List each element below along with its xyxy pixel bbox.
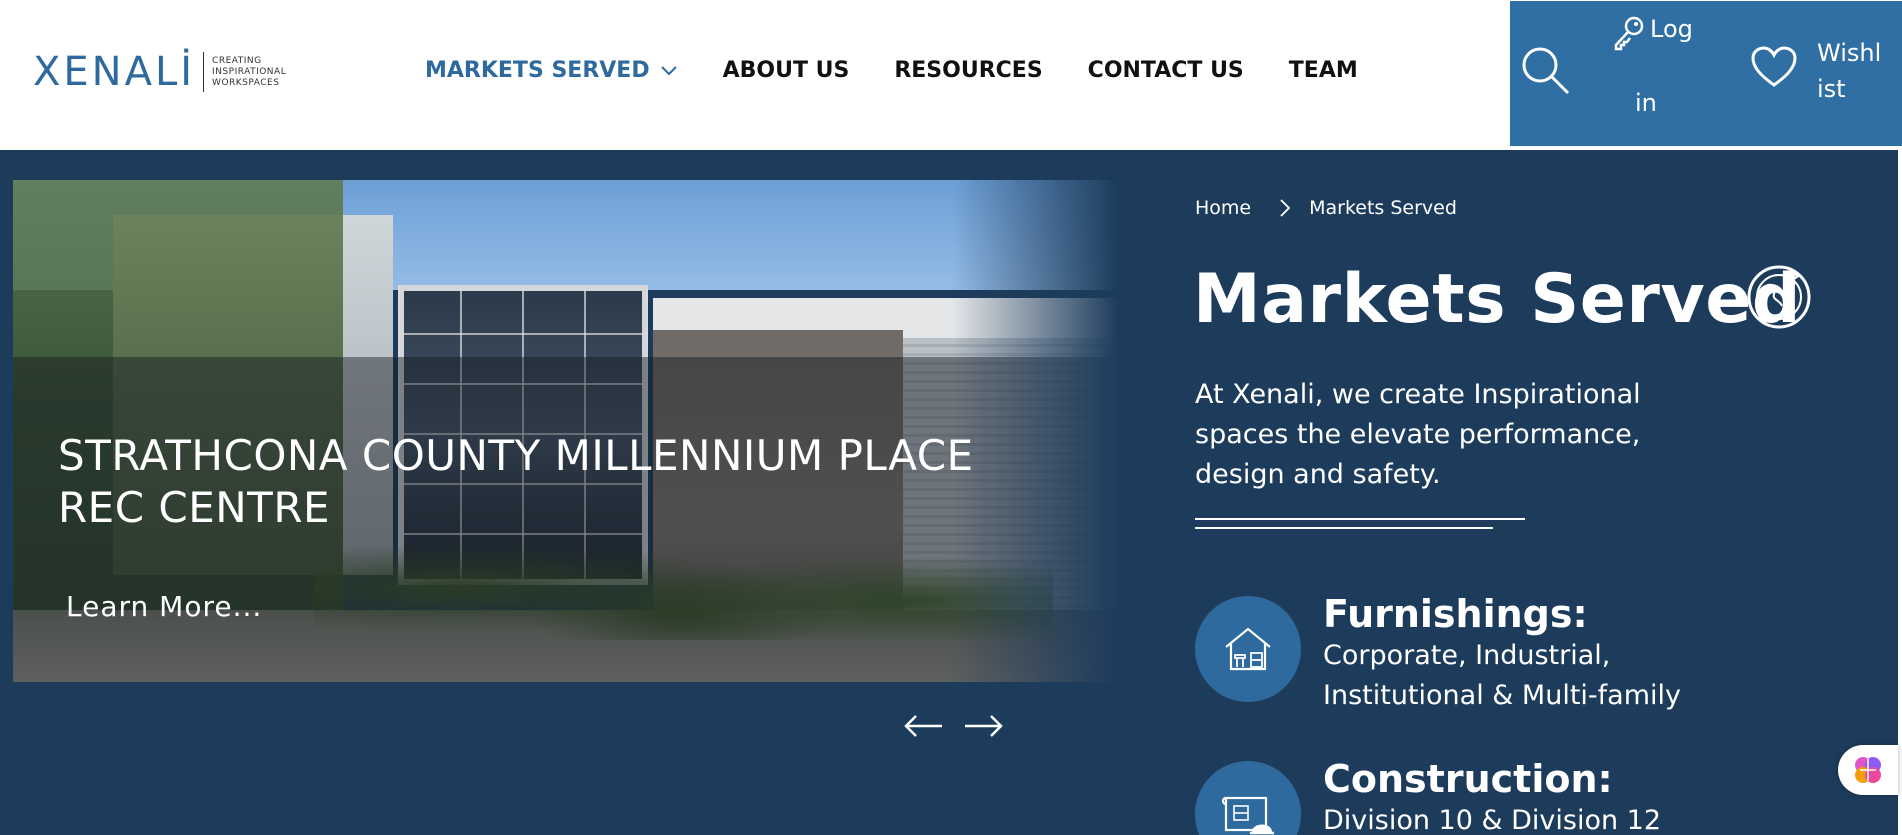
market-title: Construction:: [1323, 757, 1613, 801]
wishlist-label-line: ist: [1817, 75, 1846, 103]
search-icon: [1522, 47, 1570, 95]
blueprint-helmet-icon: [1221, 796, 1274, 835]
nav-item-label: RESOURCES: [894, 58, 1043, 83]
intro-text: At Xenali, we create Inspirational space…: [1195, 379, 1641, 490]
wishlist-label: Wishl ist: [1817, 35, 1897, 107]
arrow-left-icon: [904, 715, 942, 737]
nav-item-about-us[interactable]: ABOUT US: [723, 58, 850, 83]
nav-item-resources[interactable]: RESOURCES: [894, 58, 1042, 83]
divider-line: [1195, 527, 1493, 529]
search-button[interactable]: [1518, 43, 1578, 103]
ai-assistant-button[interactable]: [1838, 745, 1898, 795]
slide-caption: STRATHCONA COUNTY MILLENNIUM PLACE REC C…: [58, 431, 974, 532]
logo-tagline-line: CREATING: [212, 55, 262, 66]
login-button[interactable]: Log in: [1600, 11, 1710, 131]
heart-icon: [1751, 46, 1797, 87]
market-icon-circle: [1195, 761, 1301, 835]
wishlist-label-line: Wishl: [1817, 39, 1882, 67]
page: XENALİ CREATING INSPIRATIONAL WORKSPACES…: [0, 0, 1902, 835]
breadcrumb-current: Markets Served: [1309, 197, 1457, 219]
nav-item-markets-served[interactable]: MARKETS SERVED: [425, 58, 678, 83]
hero-section: STRATHCONA COUNTY MILLENNIUM PLACE REC C…: [0, 150, 1898, 835]
nav-item-label: ABOUT US: [722, 58, 850, 83]
nav-item-label: TEAM: [1288, 58, 1358, 83]
login-label: Log: [1650, 15, 1693, 43]
wishlist-button[interactable]: Wishl ist: [1740, 31, 1900, 111]
site-logo[interactable]: XENALİ CREATING INSPIRATIONAL WORKSPACES: [33, 52, 286, 92]
divider-line: [1195, 518, 1525, 520]
breadcrumb-home-link[interactable]: Home: [1195, 197, 1251, 219]
house-furniture-icon: [1225, 627, 1271, 671]
page-title: Markets Served: [1193, 260, 1802, 339]
market-description: Corporate, Industrial, Institutional & M…: [1323, 640, 1681, 711]
logo-tagline-line: INSPIRATIONAL: [212, 66, 287, 77]
main-nav: MARKETS SERVED ABOUT US RESOURCES CONTAC…: [425, 58, 1403, 83]
slider-prev-button[interactable]: [902, 712, 944, 744]
nav-item-label: MARKETS SERVED: [425, 58, 650, 83]
logo-wordmark: XENALİ: [33, 49, 196, 95]
nav-item-label: CONTACT US: [1087, 58, 1244, 83]
chevron-right-icon: [1279, 198, 1291, 218]
chevron-down-icon: [660, 65, 678, 77]
market-icon-circle: [1195, 596, 1301, 702]
nav-item-team[interactable]: TEAM: [1289, 58, 1358, 83]
key-icon: [1614, 16, 1644, 51]
logo-tagline: CREATING INSPIRATIONAL WORKSPACES: [212, 56, 286, 89]
learn-more-link[interactable]: Learn More...: [66, 590, 262, 623]
nav-item-contact-us[interactable]: CONTACT US: [1088, 58, 1244, 83]
market-description: Division 10 & Division 12: [1323, 805, 1662, 835]
breadcrumb: Home Markets Served: [1195, 197, 1457, 219]
site-header: XENALİ CREATING INSPIRATIONAL WORKSPACES…: [0, 0, 1902, 150]
slider-image: STRATHCONA COUNTY MILLENNIUM PLACE REC C…: [13, 180, 1118, 682]
arrow-right-icon: [965, 715, 1003, 737]
login-label: in: [1635, 89, 1657, 117]
slider-next-button[interactable]: [963, 712, 1005, 744]
logo-divider: [203, 52, 205, 92]
logo-tagline-line: WORKSPACES: [212, 77, 280, 88]
globe-icon: [1746, 264, 1812, 334]
page-edge: [1898, 150, 1902, 835]
market-title: Furnishings:: [1323, 592, 1588, 636]
utility-bar: Log in Wishl ist: [1510, 1, 1902, 146]
brain-icon: [1855, 757, 1881, 783]
